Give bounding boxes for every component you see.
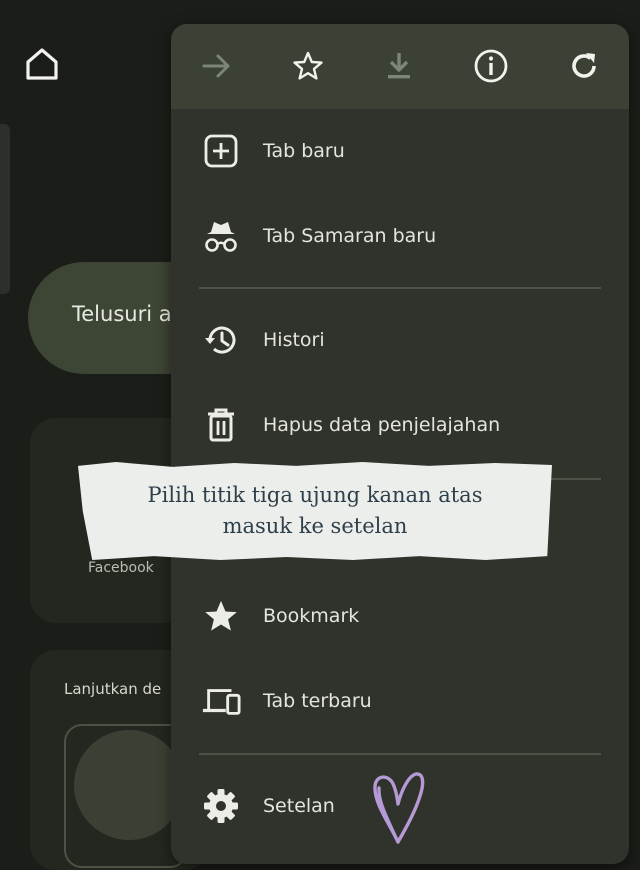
menu-item-incognito-tab[interactable]: Tab Samaran baru: [171, 204, 629, 268]
side-panel-edge: [0, 124, 10, 294]
instruction-note-text: Pilih titik tiga ujung kanan atas masuk …: [78, 480, 552, 542]
instruction-line-2: masuk ke setelan: [222, 514, 408, 538]
reload-icon[interactable]: [564, 46, 604, 86]
home-icon[interactable]: [22, 44, 62, 84]
new-tab-icon: [201, 131, 241, 171]
menu-item-label: Tab baru: [263, 140, 345, 162]
gear-icon: [201, 786, 241, 826]
history-icon: [201, 320, 241, 360]
menu-toolbar: [171, 24, 629, 109]
menu-item-new-tab[interactable]: Tab baru: [171, 119, 629, 183]
incognito-icon: [201, 216, 241, 256]
search-placeholder: Telusuri a: [72, 302, 172, 326]
trash-icon: [201, 405, 241, 445]
menu-item-label: Tab Samaran baru: [263, 225, 437, 247]
menu-item-label: Hapus data penjelajahan: [263, 414, 501, 436]
star-icon[interactable]: [288, 46, 328, 86]
menu-item-label: Setelan: [263, 795, 335, 817]
menu-item-bookmarks[interactable]: Bookmark: [171, 584, 629, 648]
globe-icon: [74, 730, 184, 840]
info-icon[interactable]: [471, 46, 511, 86]
menu-item-label: Histori: [263, 329, 325, 351]
instruction-line-1: Pilih titik tiga ujung kanan atas: [147, 483, 483, 507]
shortcut-facebook-label[interactable]: Facebook: [88, 560, 154, 576]
star-filled-icon: [201, 596, 241, 636]
menu-divider: [199, 287, 601, 289]
menu-item-clear-data[interactable]: Hapus data penjelajahan: [171, 393, 629, 457]
devices-icon: [201, 681, 241, 721]
menu-item-label: Tab terbaru: [263, 690, 372, 712]
download-icon[interactable]: [379, 46, 419, 86]
menu-divider: [199, 753, 601, 755]
menu-item-recent-tabs[interactable]: Tab terbaru: [171, 669, 629, 733]
continue-label: Lanjutkan de: [64, 680, 162, 698]
forward-icon[interactable]: [197, 46, 237, 86]
page-thumbnail[interactable]: [64, 724, 188, 868]
menu-item-label: Bookmark: [263, 605, 360, 627]
instruction-note: Pilih titik tiga ujung kanan atas masuk …: [78, 462, 552, 560]
overflow-menu: Tab baru Tab Samaran baru Histori Hapus …: [171, 24, 629, 864]
heart-doodle-icon: [368, 768, 428, 846]
menu-item-history[interactable]: Histori: [171, 308, 629, 372]
